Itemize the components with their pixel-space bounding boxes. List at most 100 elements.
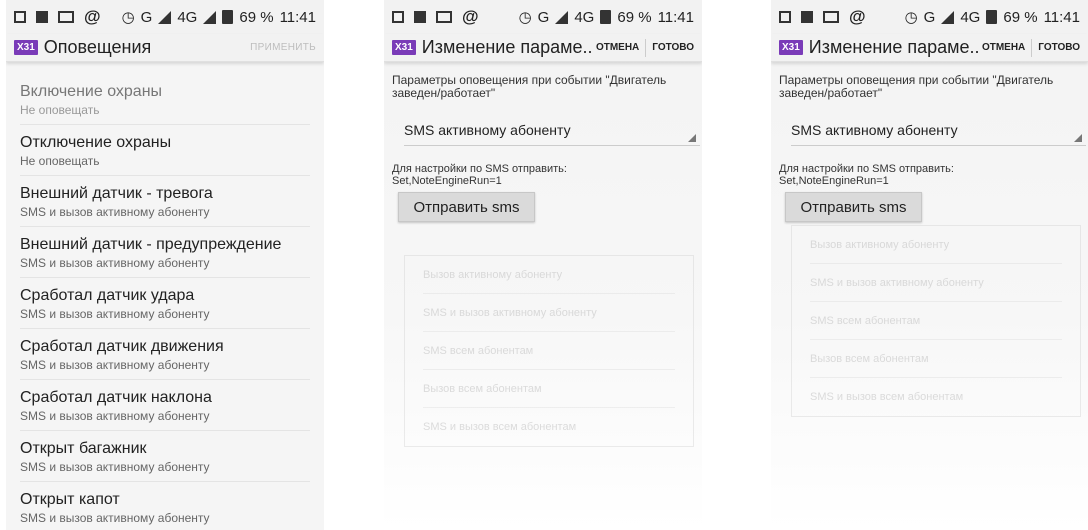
at-icon: @ — [849, 7, 866, 26]
list-item-subtitle: Не оповещать — [20, 103, 100, 117]
network-4g-label: 4G — [960, 8, 981, 26]
faded-option: Вызов активному абоненту — [423, 256, 675, 294]
mail-icon — [58, 11, 74, 23]
status-bar: @ ◷ G 4G 69 % 11:41 — [6, 0, 324, 34]
list-item[interactable]: Внешний датчик - тревога SMS и вызов акт… — [20, 176, 310, 227]
battery-level: 69 % — [239, 8, 274, 26]
app-icon: X31 — [779, 40, 803, 55]
faded-option: SMS и вызов активному абоненту — [423, 294, 675, 332]
notifications-screen: @ ◷ G 4G 69 % 11:41 X31 Оповещения ПРИМЕ… — [6, 0, 324, 530]
screenshot-icon — [779, 11, 791, 23]
faded-option: SMS и вызов всем абонентам — [810, 391, 964, 403]
faded-option: SMS всем абонентам — [423, 332, 675, 370]
faded-option-list: Вызов активному абоненту SMS и вызов акт… — [404, 255, 694, 447]
list-item[interactable]: Сработал датчик наклона SMS и вызов акти… — [20, 380, 310, 431]
select-value: SMS активному абоненту — [404, 122, 571, 138]
event-description: Параметры оповещения при событии "Двигат… — [779, 73, 1054, 100]
page-title: Изменение параме.. — [808, 37, 980, 57]
list-item-subtitle: SMS и вызов активному абоненту — [20, 307, 210, 321]
list-item-title: Сработал датчик удара — [20, 287, 195, 304]
document-icon — [36, 11, 48, 23]
battery-icon — [222, 10, 234, 24]
sms-hint: Для настройки по SMS отправить: Set,Note… — [392, 163, 694, 187]
list-item-title: Внешний датчик - предупреждение — [20, 236, 282, 253]
battery-level: 69 % — [617, 8, 652, 26]
faded-option: SMS и вызов активному абоненту — [810, 264, 1062, 302]
app-icon: X31 — [14, 40, 38, 55]
apply-button[interactable]: ПРИМЕНИТЬ — [250, 42, 316, 53]
sms-hint-label: Для настройки по SMS отправить: — [392, 163, 567, 175]
list-item-title: Внешний датчик - тревога — [20, 185, 213, 202]
page-title: Оповещения — [43, 37, 152, 57]
faded-option-list: Вызов активному абоненту SMS и вызов акт… — [791, 225, 1081, 417]
edit-parameters-screen: @ ◷ G 4G 69 % 11:41 X31 Изменение параме… — [384, 0, 702, 530]
send-sms-button[interactable]: Отправить sms — [398, 192, 535, 222]
edit-parameters-screen-2: @ ◷ G 4G 69 % 11:41 X31 Изменение параме… — [771, 0, 1088, 530]
sms-command: Set,NoteEngineRun=1 — [392, 175, 502, 187]
list-item-title: Открыт багажник — [20, 440, 147, 457]
cancel-button[interactable]: ОТМЕНА — [596, 42, 639, 53]
screenshot-icon — [14, 11, 26, 23]
divider — [1031, 38, 1033, 57]
faded-option: SMS всем абонентам — [810, 302, 1062, 340]
notification-mode-select[interactable]: SMS активному абоненту — [404, 122, 700, 146]
list-item[interactable]: Внешний датчик - предупреждение SMS и вы… — [20, 227, 310, 278]
list-item-title: Сработал датчик наклона — [20, 389, 212, 406]
list-item[interactable]: Отключение охраны Не оповещать — [20, 125, 310, 176]
status-bar: @ ◷ G 4G 69 % 11:41 — [384, 0, 702, 34]
send-sms-button[interactable]: Отправить sms — [785, 192, 922, 222]
list-item[interactable]: Сработал датчик удара SMS и вызов активн… — [20, 278, 310, 329]
select-value: SMS активному абоненту — [791, 122, 958, 138]
done-button[interactable]: ГОТОВО — [1038, 42, 1080, 53]
list-item-subtitle: SMS и вызов активному абоненту — [20, 256, 210, 270]
list-item-subtitle: SMS и вызов активному абоненту — [20, 460, 210, 474]
status-bar: @ ◷ G 4G 69 % 11:41 — [771, 0, 1088, 34]
list-item[interactable]: Сработал датчик движения SMS и вызов акт… — [20, 329, 310, 380]
document-icon — [414, 11, 426, 23]
list-item-subtitle: SMS и вызов активному абоненту — [20, 511, 210, 525]
network-4g-label: 4G — [177, 8, 198, 26]
sms-command: Set,NoteEngineRun=1 — [779, 175, 889, 187]
network-label: G — [140, 8, 153, 26]
dropdown-caret-icon — [1074, 134, 1082, 142]
faded-option: Вызов всем абонентам — [810, 340, 1062, 378]
action-bar: X31 Оповещения ПРИМЕНИТЬ — [6, 34, 324, 62]
at-icon: @ — [462, 7, 479, 26]
battery-level: 69 % — [1003, 8, 1038, 26]
dropdown-caret-icon — [688, 134, 696, 142]
alarm-icon: ◷ — [518, 9, 532, 26]
dialog-content: Параметры оповещения при событии "Двигат… — [771, 62, 1088, 234]
sms-hint: Для настройки по SMS отправить: Set,Note… — [779, 163, 1080, 187]
signal-icon — [555, 10, 569, 24]
done-button[interactable]: ГОТОВО — [652, 42, 694, 53]
list-item[interactable]: Открыт багажник SMS и вызов активному аб… — [20, 431, 310, 482]
page-title: Изменение параме.. — [421, 37, 593, 57]
list-item[interactable]: Открыт капот SMS и вызов активному абоне… — [20, 482, 310, 530]
list-item-subtitle: SMS и вызов активному абоненту — [20, 358, 210, 372]
notification-mode-select[interactable]: SMS активному абоненту — [791, 122, 1086, 146]
battery-icon — [986, 10, 998, 24]
list-item[interactable]: Включение охраны Не оповещать — [20, 74, 310, 125]
network-label: G — [923, 8, 936, 26]
action-bar: X31 Изменение параме.. ОТМЕНА ГОТОВО — [384, 34, 702, 62]
list-item-title: Открыт капот — [20, 491, 120, 508]
mail-icon — [436, 11, 452, 23]
signal-icon — [158, 10, 172, 24]
network-4g-label: 4G — [574, 8, 595, 26]
cancel-button[interactable]: ОТМЕНА — [982, 42, 1025, 53]
at-icon: @ — [84, 7, 101, 26]
signal-icon-2 — [203, 10, 217, 24]
screenshot-icon — [392, 11, 404, 23]
document-icon — [801, 11, 813, 23]
list-item-title: Включение охраны — [20, 83, 163, 100]
clock: 11:41 — [1043, 8, 1080, 26]
signal-icon — [941, 10, 955, 24]
app-icon: X31 — [392, 40, 416, 55]
faded-option: SMS и вызов всем абонентам — [423, 421, 577, 433]
list-item-subtitle: Не оповещать — [20, 154, 100, 168]
dialog-content: Параметры оповещения при событии "Двигат… — [384, 62, 702, 234]
network-label: G — [537, 8, 550, 26]
list-item-title: Сработал датчик движения — [20, 338, 224, 355]
clock: 11:41 — [657, 8, 694, 26]
mail-icon — [823, 11, 839, 23]
